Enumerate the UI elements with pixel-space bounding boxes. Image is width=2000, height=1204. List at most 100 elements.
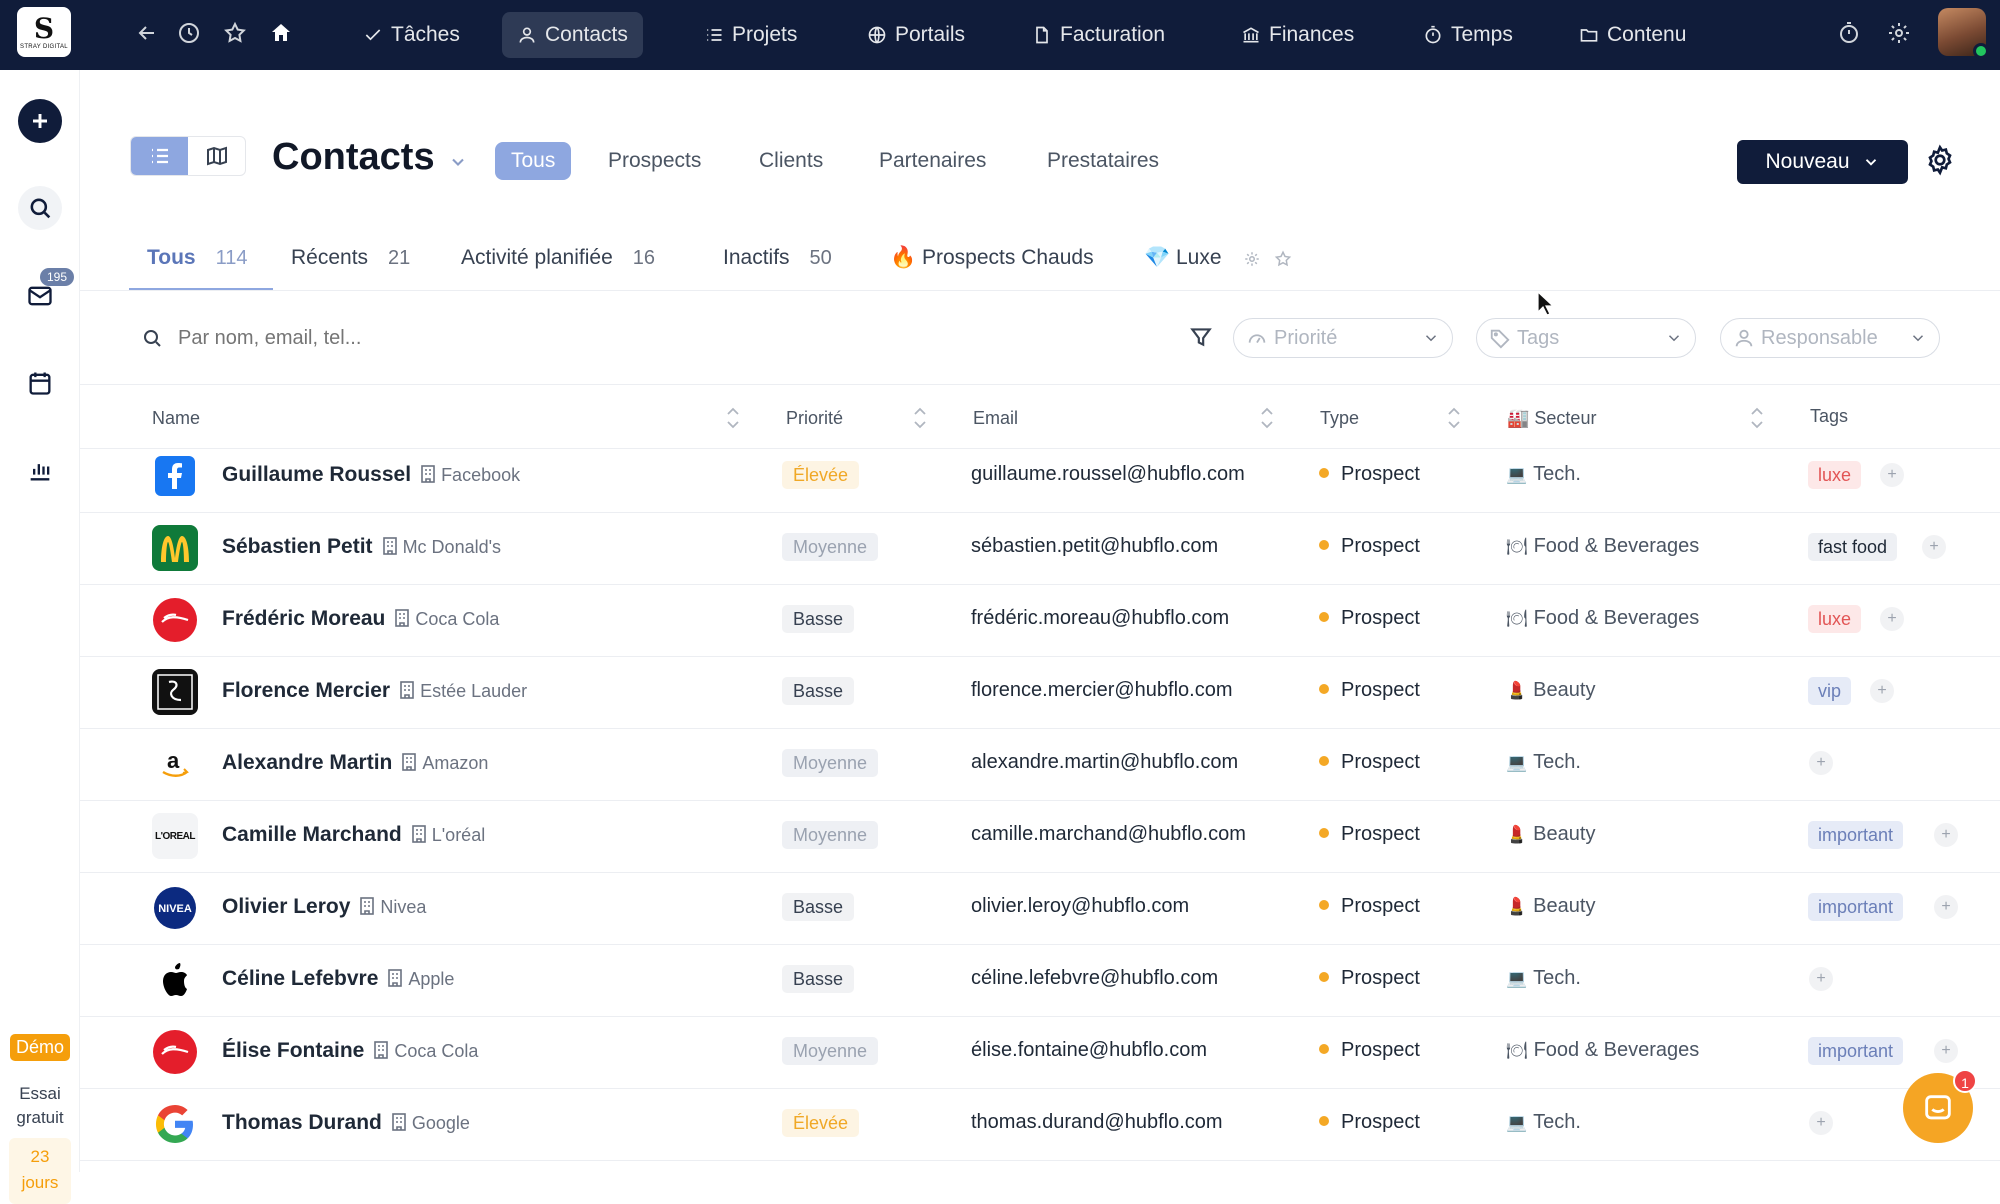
contact-name[interactable]: Thomas Durand [222, 1111, 382, 1134]
filter-prestataires[interactable]: Prestataires [1031, 142, 1175, 180]
table-row[interactable]: Frédéric Moreau Coca Cola Basse frédéric.… [80, 585, 2000, 657]
sort-icon[interactable] [1446, 404, 1462, 432]
nav-contacts[interactable]: Contacts [502, 12, 643, 58]
company-name[interactable]: Google [412, 1113, 470, 1133]
contact-type[interactable]: Prospect [1341, 895, 1420, 917]
priority-badge[interactable]: Basse [782, 893, 855, 921]
tab-prospects-chauds[interactable]: 🔥 Prospects Chauds [890, 246, 1094, 270]
nav-finances[interactable]: Finances [1226, 12, 1369, 58]
filter-clients[interactable]: Clients [743, 142, 839, 180]
column-header-priority[interactable]: Priorité [786, 408, 843, 429]
add-tag-button[interactable]: + [1934, 823, 1958, 847]
contact-email[interactable]: olivier.leroy@hubflo.com [971, 895, 1189, 918]
add-tag-button[interactable]: + [1870, 679, 1894, 703]
filter-prospects[interactable]: Prospects [592, 142, 717, 180]
column-header-email[interactable]: Email [973, 408, 1018, 429]
contact-name[interactable]: Florence Mercier [222, 679, 390, 702]
column-header-sector[interactable]: 🏭 Secteur [1507, 408, 1596, 429]
contact-name[interactable]: Sébastien Petit [222, 535, 373, 558]
contact-email[interactable]: thomas.durand@hubflo.com [971, 1111, 1223, 1134]
contact-type[interactable]: Prospect [1341, 823, 1420, 845]
priority-badge[interactable]: Basse [782, 605, 855, 633]
add-tag-button[interactable]: + [1922, 535, 1946, 559]
filter-funnel-icon[interactable] [1188, 324, 1214, 350]
company-name[interactable]: L'oréal [432, 825, 485, 845]
company-name[interactable]: Mc Donald's [403, 537, 501, 557]
company-name[interactable]: Nivea [380, 897, 426, 917]
contact-email[interactable]: camille.marchand@hubflo.com [971, 823, 1246, 846]
company-name[interactable]: Estée Lauder [420, 681, 527, 701]
add-tag-button[interactable]: + [1934, 1039, 1958, 1063]
map-view-button[interactable] [188, 137, 245, 175]
table-row[interactable]: Florence Mercier Estée Lauder Basse flore… [80, 657, 2000, 729]
priority-badge[interactable]: Moyenne [782, 821, 879, 849]
table-row[interactable]: Céline Lefebvre Apple Basse céline.lefebv… [80, 945, 2000, 1017]
list-view-button[interactable] [131, 137, 188, 175]
timer-icon[interactable] [1834, 18, 1864, 48]
table-row[interactable]: Élise Fontaine Coca Cola Moyenne élise.fo… [80, 1017, 2000, 1089]
new-button[interactable]: Nouveau [1737, 140, 1908, 184]
tag-badge[interactable]: important [1808, 893, 1904, 921]
contact-type[interactable]: Prospect [1341, 751, 1420, 773]
contact-email[interactable]: céline.lefebvre@hubflo.com [971, 967, 1218, 990]
company-name[interactable]: Facebook [441, 465, 520, 485]
contact-name[interactable]: Céline Lefebvre [222, 967, 378, 990]
add-tag-button[interactable]: + [1880, 463, 1904, 487]
contact-name[interactable]: Élise Fontaine [222, 1039, 364, 1062]
contact-name[interactable]: Alexandre Martin [222, 751, 392, 774]
tags-filter-dropdown[interactable]: Tags [1476, 318, 1696, 358]
filter-partenaires[interactable]: Partenaires [863, 142, 1002, 180]
nav-projets[interactable]: Projets [689, 12, 812, 58]
tab-luxe[interactable]: 💎 Luxe [1144, 246, 1222, 270]
column-header-name[interactable]: Name [152, 408, 200, 429]
tag-badge[interactable]: important [1808, 1037, 1904, 1065]
sort-icon[interactable] [725, 404, 741, 432]
contact-name[interactable]: Camille Marchand [222, 823, 402, 846]
company-name[interactable]: Apple [408, 969, 454, 989]
company-name[interactable]: Coca Cola [394, 1041, 478, 1061]
contact-email[interactable]: frédéric.moreau@hubflo.com [971, 607, 1229, 630]
column-header-tags[interactable]: Tags [1810, 406, 1848, 427]
title-chevron-down-icon[interactable] [448, 152, 468, 172]
priority-badge[interactable]: Moyenne [782, 1037, 879, 1065]
table-row[interactable]: Sébastien Petit Mc Donald's Moyenne sébas… [80, 513, 2000, 585]
priority-badge[interactable]: Basse [782, 965, 855, 993]
priority-badge[interactable]: Élevée [782, 1109, 860, 1137]
contact-email[interactable]: florence.mercier@hubflo.com [971, 679, 1233, 702]
priority-badge[interactable]: Moyenne [782, 533, 879, 561]
table-row[interactable]: L'OREAL Camille Marchand L'oréal Moyenne … [80, 801, 2000, 873]
history-clock-icon[interactable] [174, 18, 204, 48]
tab-settings-gear-icon[interactable] [1243, 250, 1261, 268]
app-logo[interactable]: S STRAY DIGITAL [17, 7, 71, 57]
star-icon[interactable] [220, 18, 250, 48]
priority-badge[interactable]: Élevée [782, 461, 860, 489]
table-row[interactable]: Guillaume Roussel Facebook Élevée guillau… [80, 441, 2000, 513]
contact-email[interactable]: sébastien.petit@hubflo.com [971, 535, 1218, 558]
contact-type[interactable]: Prospect [1341, 1039, 1420, 1061]
contact-type[interactable]: Prospect [1341, 967, 1420, 989]
tab-favorite-star-icon[interactable] [1274, 250, 1292, 268]
tag-badge[interactable]: important [1808, 821, 1904, 849]
tab-inactifs[interactable]: Inactifs 50 [723, 246, 832, 270]
priority-badge[interactable]: Basse [782, 677, 855, 705]
contact-type[interactable]: Prospect [1341, 463, 1420, 485]
company-name[interactable]: Coca Cola [415, 609, 499, 629]
owner-filter-dropdown[interactable]: Responsable [1720, 318, 1940, 358]
sort-icon[interactable] [912, 404, 928, 432]
sort-icon[interactable] [1259, 404, 1275, 432]
tag-badge[interactable]: luxe [1808, 605, 1862, 633]
nav-facturation[interactable]: Facturation [1017, 12, 1180, 58]
sidebar-search-button[interactable] [18, 186, 62, 230]
nav-contenu[interactable]: Contenu [1564, 12, 1701, 58]
tag-badge[interactable]: fast food [1808, 533, 1898, 561]
tab-activite-planifiee[interactable]: Activité planifiée 16 [461, 246, 655, 270]
tab-recents[interactable]: Récents 21 [291, 246, 410, 270]
add-tag-button[interactable]: + [1880, 607, 1904, 631]
nav-portails[interactable]: Portails [852, 12, 980, 58]
contact-type[interactable]: Prospect [1341, 535, 1420, 557]
column-header-type[interactable]: Type [1320, 408, 1359, 429]
user-avatar[interactable] [1938, 8, 1989, 59]
table-row[interactable]: NIVEA Olivier Leroy Nivea Basse olivier.l… [80, 873, 2000, 945]
contact-type[interactable]: Prospect [1341, 679, 1420, 701]
priority-badge[interactable]: Moyenne [782, 749, 879, 777]
